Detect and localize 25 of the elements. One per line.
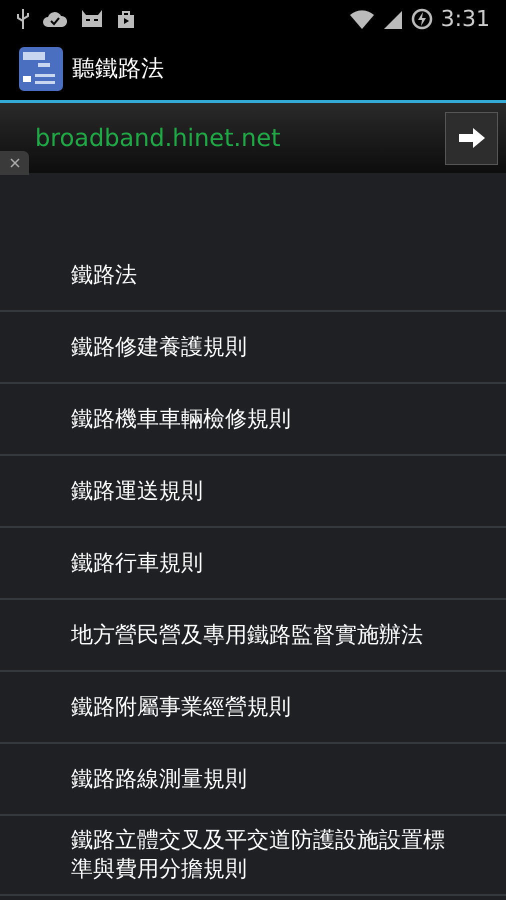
wifi-icon [348, 9, 375, 29]
app-title: 聽鐵路法 [72, 54, 164, 84]
list-item[interactable]: 鐵路運送規則 [0, 456, 506, 528]
close-ad-button[interactable] [0, 151, 29, 175]
ad-link[interactable]: broadband.hinet.net [35, 120, 280, 156]
list-item[interactable]: 地方營民營及專用鐵路監督實施辦法 [0, 600, 506, 672]
battery-charging-icon [410, 8, 433, 30]
list-item[interactable]: 鐵路行車規則 [0, 528, 506, 600]
list-item[interactable]: 鐵路路線測量規則 [0, 744, 506, 816]
list-item[interactable]: 鐵路法 [0, 240, 506, 312]
ad-banner[interactable]: broadband.hinet.net [0, 103, 506, 173]
usb-icon [16, 8, 30, 30]
ad-arrow-button[interactable] [445, 112, 498, 164]
app-icon[interactable] [18, 46, 64, 92]
list-item[interactable]: 鐵路修建養護規則 [0, 312, 506, 384]
close-icon [10, 158, 20, 168]
list-item[interactable]: 鐵路附屬事業經營規則 [0, 672, 506, 744]
shopping-bag-icon [116, 9, 136, 29]
signal-icon [382, 9, 403, 29]
cloud-check-icon [42, 10, 68, 28]
arrow-right-icon [458, 127, 486, 149]
robot-face-icon [80, 9, 104, 29]
clock-time: 3:31 [440, 6, 490, 34]
list-item[interactable]: 鐵路機車車輛檢修規則 [0, 384, 506, 456]
list-item[interactable]: 鐵路立體交叉及平交道防護設施設置標準與費用分擔規則 [0, 816, 506, 896]
